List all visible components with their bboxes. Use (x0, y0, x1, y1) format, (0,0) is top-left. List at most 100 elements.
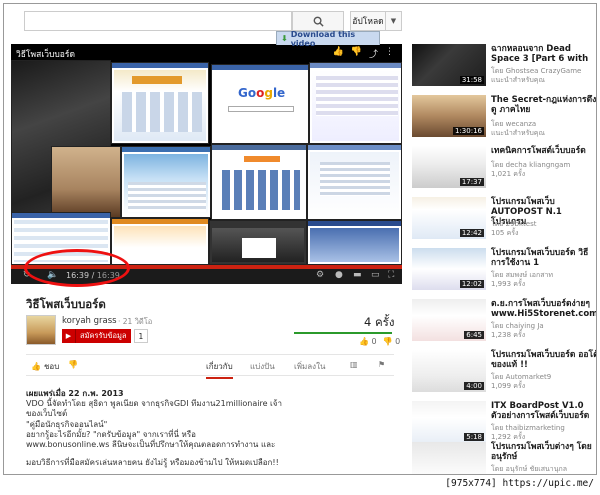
description-line: "คู่มือนักธุรกิจออนไลน์" (26, 419, 108, 429)
duration-badge: 5:18 (464, 433, 484, 441)
small-player-icon[interactable]: ▬ (353, 270, 362, 280)
thumb-up-icon: 👍 (31, 362, 41, 371)
description-line: ของเว็บไซต์ (26, 409, 68, 419)
video-mosaic-tile (121, 146, 211, 218)
related-title[interactable]: โปรแกรมโพสเว็บบอร์ด ออโต้ ของแท้ !! (491, 350, 596, 370)
list-item[interactable]: 31:58 ฉากหลอนจาก Dead Space 3 [Part 6 wi… (412, 44, 596, 92)
video-mosaic-tile (211, 144, 307, 220)
description-line: VDO นี้จัดทำโดย สุธิดา พูลเนียด จากธุรกิ… (26, 399, 282, 409)
flag-icon[interactable]: ⚑ (378, 360, 385, 369)
settings-icon[interactable]: ⚙ (316, 270, 324, 280)
dislike-count: 0 (395, 337, 401, 346)
video-thumbnail[interactable]: 4:00 (412, 350, 486, 392)
browser-frame: อัปโหลด ▼ ⬇ Download this video วิธีโพสเ… (3, 3, 597, 475)
download-label: Download this video (290, 29, 356, 48)
related-meta: แนะนำสำหรับคุณ (491, 129, 545, 137)
video-thumbnail[interactable] (412, 442, 486, 474)
download-video-button[interactable]: ⬇ Download this video (276, 29, 380, 48)
video-mosaic-tile (51, 146, 121, 218)
related-title[interactable]: ฉากหลอนจาก Dead Space 3 [Part 6 with (491, 44, 596, 64)
youtube-icon: ▶ (62, 329, 75, 343)
like-counts: 👍 0 👎 0 (359, 337, 400, 346)
video-thumbnail[interactable]: 12:42 (412, 197, 486, 239)
tab-add-to[interactable]: เพิ่มลงใน (294, 360, 325, 373)
related-title[interactable]: เทคนิคการโพสต์เว็บบอร์ด (491, 146, 596, 156)
description-line: www.bonusonline.ws ลีนิษจะเป็นที่ปรึกษาใ… (26, 440, 276, 450)
thumb-down-icon[interactable]: 👎 (351, 47, 362, 60)
download-arrow-icon: ⬇ (281, 34, 288, 43)
annotations-icon[interactable]: ● (335, 270, 343, 280)
subscribe-button[interactable]: ▶ สมัครรับข้อมูล 1 (62, 329, 149, 343)
list-item[interactable]: 17:37 เทคนิคการโพสต์เว็บบอร์ด โดย decha … (412, 146, 596, 194)
subscribe-label: สมัครรับข้อมูล (75, 329, 131, 343)
tab-about[interactable]: เกี่ยวกับ (206, 360, 233, 379)
like-count-icon: 👍 0 (359, 337, 377, 346)
duration-badge: 12:42 (459, 229, 484, 237)
subscribe-count: 1 (133, 329, 149, 343)
watermark: [975x774] https://upic.me/ (445, 478, 594, 489)
fullscreen-icon[interactable]: ⛶ (388, 270, 394, 280)
video-mosaic-tile (111, 62, 209, 144)
video-frame[interactable]: Google (11, 60, 402, 265)
list-item[interactable]: 6:45 ต.ย.การโพสเว็บบอร์ดง่ายๆ www.Hi5Sto… (412, 299, 596, 347)
duration-badge: 1:30:16 (453, 127, 484, 135)
footer-bar: [975x774] https://upic.me/ (0, 476, 600, 495)
related-meta: 1,099 ครั้ง (491, 382, 526, 390)
video-mosaic-tile (209, 220, 307, 265)
related-title[interactable]: ต.ย.การโพสเว็บบอร์ดง่ายๆ www.Hi5Storenet… (491, 299, 596, 319)
list-item[interactable]: 1:30:16 The Secret-กฎแห่งการดึงดู ภาคไทย… (412, 95, 596, 143)
video-thumbnail[interactable]: 6:45 (412, 299, 486, 341)
duration-badge: 17:37 (459, 178, 484, 186)
duration-badge: 4:00 (464, 382, 484, 390)
avatar[interactable] (26, 315, 56, 345)
video-mosaic-tile (307, 220, 402, 265)
related-title[interactable]: โปรแกรมโพสเว็บต่างๆ โดยอนุรักษ์ (491, 442, 596, 462)
video-mosaic-tile (307, 144, 402, 220)
view-count: 4 ครั้ง (364, 315, 395, 329)
like-ratio-bar (294, 332, 392, 334)
dislike-count-icon: 👎 0 (382, 337, 401, 346)
related-meta: 1,238 ครั้ง (491, 331, 526, 339)
related-meta: 1,021 ครั้ง (491, 170, 526, 178)
large-player-icon[interactable]: ▭ (371, 270, 380, 280)
publish-date: เผยแพร่เมื่อ 22 ก.พ. 2013 (26, 389, 124, 398)
description-line: อยากรู้อะไรอีกมั้ย? "กดรับข้อมูล" จากเรา… (26, 429, 196, 439)
upload-button[interactable]: อัปโหลด (350, 11, 386, 31)
dislike-button[interactable]: 👎 (68, 360, 78, 369)
video-thumbnail[interactable]: 31:58 (412, 44, 486, 86)
video-thumbnail[interactable]: 1:30:16 (412, 95, 486, 137)
video-mosaic-tile (309, 62, 402, 144)
thumb-up-icon[interactable]: 👍 (333, 47, 344, 60)
channel-name[interactable]: koryah grass (62, 316, 117, 326)
list-item[interactable]: โปรแกรมโพสเว็บต่างๆ โดยอนุรักษ์ โดย อนุร… (412, 442, 596, 474)
related-title[interactable]: ITX BoardPost V1.0 ตัวอย่างการโพสต์เว็บบ… (491, 401, 596, 421)
share-icon[interactable]: ⤴ (369, 47, 378, 60)
video-thumbnail[interactable]: 12:02 (412, 248, 486, 290)
search-button[interactable] (292, 11, 344, 31)
video-mosaic-tile: Google (211, 64, 309, 144)
related-title[interactable]: โปรแกรมโพสเว็บบอร์ด วิธีการใช้งาน 1 (491, 248, 596, 268)
player-top-icons: 👍 👎 ⤴ ⋮ (333, 47, 394, 60)
video-title: วิธีโพสเว็บบอร์ด (26, 297, 106, 311)
like-button[interactable]: 👍 ชอบ (31, 360, 59, 373)
video-player[interactable]: วิธีโพสเว็บบอร์ด 👍 👎 ⤴ ⋮ Google ↻ 🔈 16:3… (11, 44, 402, 284)
action-bar: 👍 ชอบ 👎 เกี่ยวกับ แบ่งปัน เพิ่มลงใน ▥ ⚑ (26, 354, 394, 379)
like-label: ชอบ (43, 362, 60, 371)
description-line: มอบวิธีการที่มือสมัครเล่นหลายคน ยังไม่รู… (26, 458, 279, 468)
player-title: วิธีโพสเว็บบอร์ด (16, 50, 75, 60)
list-item[interactable]: 4:00 โปรแกรมโพสเว็บบอร์ด ออโต้ ของแท้ !!… (412, 350, 596, 398)
tab-share[interactable]: แบ่งปัน (250, 360, 275, 373)
duration-badge: 31:58 (459, 76, 484, 84)
search-input[interactable] (24, 11, 292, 31)
list-item[interactable]: 12:42 โปรแกรมโพสเว็บ AUTOPOST N.1 โปรแกร… (412, 197, 596, 245)
video-thumbnail[interactable]: 17:37 (412, 146, 486, 188)
channel-video-count[interactable]: · 21 วิดีโอ (118, 316, 152, 328)
stats-icon[interactable]: ▥ (350, 360, 358, 369)
list-item[interactable]: 12:02 โปรแกรมโพสเว็บบอร์ด วิธีการใช้งาน … (412, 248, 596, 296)
duration-badge: 6:45 (464, 331, 484, 339)
more-icon[interactable]: ⋮ (385, 47, 394, 60)
video-thumbnail[interactable]: 5:18 (412, 401, 486, 443)
chevron-down-icon[interactable]: ▼ (386, 11, 402, 31)
video-mosaic-tile (111, 218, 209, 265)
related-title[interactable]: The Secret-กฎแห่งการดึงดู ภาคไทย (491, 95, 596, 115)
